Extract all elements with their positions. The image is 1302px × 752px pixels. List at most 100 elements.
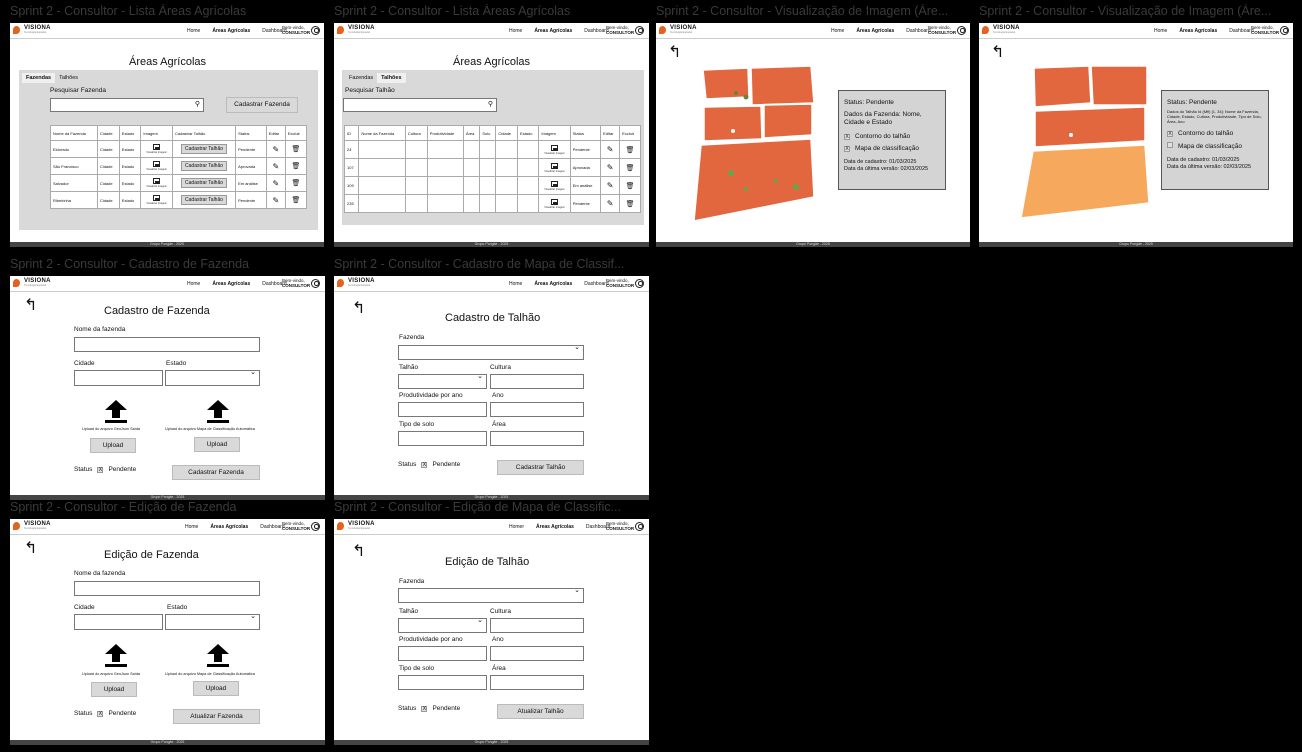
nav-areas[interactable]: Áreas Agrícolas — [534, 28, 572, 34]
user-icon[interactable] — [635, 279, 644, 288]
tab-talhoes[interactable]: Talhões — [55, 73, 83, 83]
imagem-cell[interactable]: Visualizar Imagem — [538, 158, 571, 177]
nav-home[interactable]: Homer — [509, 524, 524, 530]
tab-talhoes[interactable]: Talhões — [377, 73, 406, 83]
solo-input[interactable] — [398, 675, 487, 690]
logo[interactable]: VISIONA Tecnologia Espacial — [337, 521, 375, 530]
back-arrow-icon[interactable]: ↰ — [24, 298, 37, 314]
logo[interactable]: VISIONA Tecnologia Espacial — [13, 521, 51, 530]
user-icon[interactable] — [957, 26, 966, 35]
nav-home[interactable]: Home — [187, 28, 200, 34]
upload-geojson-button[interactable]: Upload — [90, 438, 136, 453]
imagem-cell[interactable]: Visualizar Imagem — [538, 194, 571, 213]
image-icon[interactable] — [551, 198, 559, 205]
status-checkbox[interactable]: X — [97, 466, 104, 473]
user-icon[interactable] — [311, 26, 320, 35]
image-icon[interactable] — [153, 161, 161, 167]
talhao-select[interactable] — [398, 372, 487, 389]
pencil-icon[interactable]: ✎ — [607, 199, 614, 208]
back-arrow-icon[interactable]: ↰ — [991, 45, 1004, 61]
area-input[interactable] — [490, 431, 584, 446]
imagem-cell[interactable]: Visualizar Imagem — [140, 174, 173, 192]
back-arrow-icon[interactable]: ↰ — [24, 541, 37, 557]
trash-icon[interactable]: 🗑 — [626, 182, 635, 190]
status-checkbox[interactable]: X — [421, 461, 428, 468]
upload-geojson-button[interactable]: Upload — [91, 682, 137, 697]
pencil-icon[interactable]: ✎ — [272, 145, 279, 154]
back-arrow-icon[interactable]: ↰ — [352, 301, 365, 317]
imagem-cell[interactable]: Visualizar Imagem — [140, 191, 173, 209]
trash-icon[interactable]: 🗑 — [292, 179, 301, 187]
user-icon[interactable] — [635, 26, 644, 35]
pencil-icon[interactable]: ✎ — [272, 179, 279, 188]
pencil-icon[interactable]: ✎ — [272, 196, 279, 205]
search-input[interactable]: ⚲ — [343, 98, 497, 112]
image-icon[interactable] — [551, 162, 559, 169]
trash-icon[interactable]: 🗑 — [626, 200, 635, 208]
tab-fazendas[interactable]: Fazendas — [345, 73, 378, 83]
status-checkbox[interactable]: X — [421, 705, 428, 712]
pencil-icon[interactable]: ✎ — [607, 181, 614, 190]
user-icon[interactable] — [311, 279, 320, 288]
cidade-input[interactable] — [74, 614, 163, 630]
nav-areas[interactable]: Áreas Agrícolas — [534, 281, 572, 287]
cadastrar-talhao-button[interactable]: Cadastrar Talhão — [181, 144, 228, 154]
status-checkbox[interactable]: X — [97, 710, 104, 717]
imagem-cell[interactable]: Visualizar Imagem — [140, 140, 173, 158]
produtividade-input[interactable] — [398, 646, 487, 661]
nome-input[interactable] — [74, 581, 260, 596]
trash-icon[interactable]: 🗑 — [292, 145, 301, 153]
nav-areas[interactable]: Áreas Agrícolas — [536, 524, 574, 530]
mapa-checkbox[interactable]: X — [844, 146, 850, 152]
cadastrar-fazenda-button[interactable]: Cadastrar Fazenda — [172, 465, 260, 480]
nav-areas[interactable]: Áreas Agrícolas — [212, 28, 250, 34]
pencil-icon[interactable]: ✎ — [607, 163, 614, 172]
back-arrow-icon[interactable]: ↰ — [352, 544, 365, 560]
logo[interactable]: VISIONA Tecnologia Espacial — [13, 278, 51, 287]
cadastrar-talhao-button[interactable]: Cadastrar Talhão — [181, 178, 228, 188]
upload-mapa-icon[interactable] — [207, 400, 229, 424]
upload-geojson-icon[interactable] — [105, 644, 127, 668]
image-icon[interactable] — [551, 180, 559, 187]
cultura-input[interactable] — [490, 374, 584, 389]
estado-select[interactable] — [165, 612, 260, 630]
logo[interactable]: VISIONA Tecnologia Espacial — [337, 25, 375, 34]
image-icon[interactable] — [153, 195, 161, 201]
nav-areas[interactable]: Áreas Agrícolas — [210, 524, 248, 530]
talhao-select[interactable] — [398, 616, 487, 633]
trash-icon[interactable]: 🗑 — [292, 196, 301, 204]
atualizar-talhao-button[interactable]: Atualizar Talhão — [497, 704, 584, 719]
logo[interactable]: VISIONA Tecnologia Espacial — [982, 25, 1020, 34]
cadastrar-talhao-button[interactable]: Cadastrar Talhão — [497, 460, 584, 475]
fazenda-select[interactable] — [398, 586, 584, 603]
nav-home[interactable]: Home — [831, 28, 844, 34]
upload-mapa-button[interactable]: Upload — [194, 437, 240, 452]
mapa-check[interactable]: X Mapa de classificação — [844, 145, 940, 153]
upload-mapa-icon[interactable] — [207, 644, 229, 668]
logo[interactable]: VISIONA Tecnologia Espacial — [659, 25, 697, 34]
contorno-check[interactable]: X Contorno do talhão — [1167, 130, 1263, 138]
fazenda-select[interactable] — [398, 343, 584, 360]
cultura-input[interactable] — [490, 618, 584, 633]
user-icon[interactable] — [635, 522, 644, 531]
cidade-input[interactable] — [74, 370, 163, 386]
upload-mapa-button[interactable]: Upload — [193, 681, 239, 696]
nav-areas[interactable]: Áreas Agrícolas — [1179, 28, 1217, 34]
logo[interactable]: VISIONA Tecnologia Espacial — [13, 25, 51, 34]
mapa-checkbox[interactable] — [1167, 142, 1173, 148]
nav-home[interactable]: Home — [509, 281, 522, 287]
search-icon[interactable]: ⚲ — [488, 100, 493, 108]
ano-input[interactable] — [490, 646, 584, 661]
user-icon[interactable] — [311, 522, 320, 531]
mapa-check[interactable]: Mapa de classificação — [1167, 142, 1263, 151]
solo-input[interactable] — [398, 431, 487, 446]
nome-input[interactable] — [74, 337, 260, 352]
imagem-cell[interactable]: Visualizar Imagem — [538, 140, 571, 159]
pencil-icon[interactable]: ✎ — [607, 145, 614, 154]
search-input[interactable]: ⚲ — [50, 98, 204, 112]
produtividade-input[interactable] — [398, 402, 487, 417]
pencil-icon[interactable]: ✎ — [272, 162, 279, 171]
image-icon[interactable] — [551, 144, 559, 151]
area-input[interactable] — [490, 675, 584, 690]
ano-input[interactable] — [490, 402, 584, 417]
